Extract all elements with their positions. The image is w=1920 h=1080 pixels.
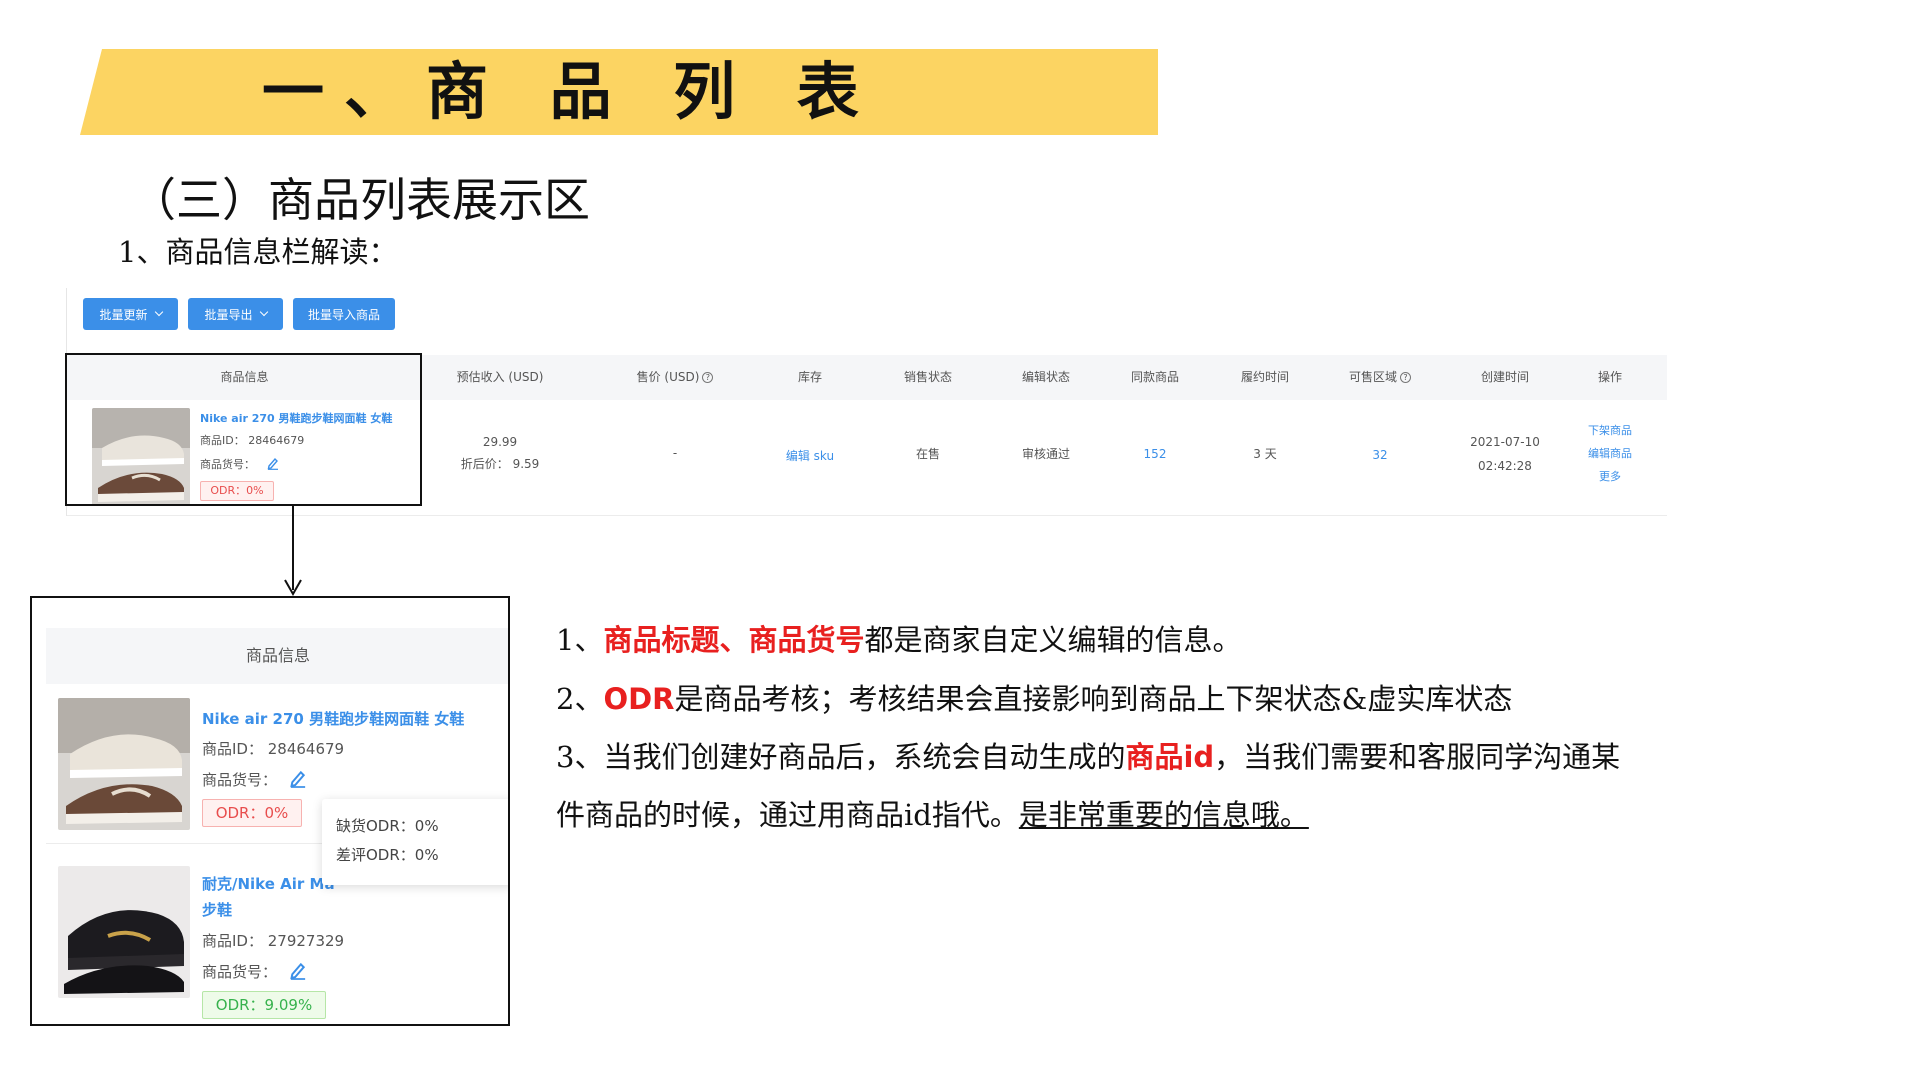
explain-1-emphasis: 商品标题、商品货号 bbox=[603, 623, 865, 657]
edit-pencil-icon[interactable] bbox=[288, 960, 308, 980]
batch-export-button[interactable]: 批量导出 bbox=[188, 298, 283, 330]
zoom-product-id-1: 商品ID： 28464679 bbox=[202, 740, 345, 758]
zoom-thumbnail-2[interactable] bbox=[58, 866, 190, 998]
delist-product-link[interactable]: 下架商品 bbox=[1570, 421, 1650, 441]
sale-region-link[interactable]: 32 bbox=[1330, 445, 1430, 465]
discount-label: 折后价： bbox=[460, 457, 509, 471]
zoom-odr-badge-2[interactable]: ODR：9.09% bbox=[202, 991, 326, 1019]
zoom-product-title-1[interactable]: Nike air 270 男鞋跑步鞋网面鞋 女鞋 bbox=[202, 708, 464, 729]
zoom-product-id-2: 商品ID： 27927329 bbox=[202, 932, 345, 950]
explain-line-1: 1、商品标题、商品货号都是商家自定义编辑的信息。 bbox=[556, 617, 1241, 659]
explain-1-prefix: 1、 bbox=[556, 623, 604, 657]
batch-import-label: 批量导入商品 bbox=[307, 307, 380, 322]
edit-status-value: 审核通过 bbox=[1021, 447, 1070, 461]
zoom-sku-label-1: 商品货号： bbox=[202, 771, 278, 789]
batch-import-button[interactable]: 批量导入商品 bbox=[293, 298, 395, 330]
tooltip-stockout-odr: 缺货ODR：0% bbox=[336, 817, 439, 835]
header-created-time: 创建时间 bbox=[1480, 370, 1529, 384]
chevron-down-icon bbox=[154, 307, 163, 317]
explain-line-2: 2、ODR是商品考核；考核结果会直接影响到商品上下架状态&虚实库状态 bbox=[556, 676, 1512, 718]
zoom-header: 商品信息 bbox=[245, 646, 310, 665]
header-sale-status: 销售状态 bbox=[903, 370, 952, 384]
header-fulfil-time: 履约时间 bbox=[1240, 370, 1289, 384]
price-value: - bbox=[672, 446, 678, 460]
row-divider bbox=[67, 515, 1667, 516]
header-sale-region: 可售区域? bbox=[1330, 355, 1430, 400]
explain-4-text: 件商品的时候，通过用商品id指代。 bbox=[556, 798, 1019, 832]
sub-title: 1、商品信息栏解读： bbox=[118, 235, 398, 269]
explain-1-suffix: 都是商家自定义编辑的信息。 bbox=[864, 623, 1242, 657]
same-products-link[interactable]: 152 bbox=[1115, 444, 1195, 464]
explain-line-3: 3、当我们创建好商品后，系统会自动生成的商品id，当我们需要和客服同学沟通某 bbox=[556, 734, 1620, 776]
discount-line: 折后价： 9.59 bbox=[440, 454, 560, 474]
batch-update-label: 批量更新 bbox=[99, 307, 148, 322]
header-price: 售价 (USD)? bbox=[615, 355, 735, 400]
zoom-thumbnail-1[interactable] bbox=[58, 698, 190, 830]
fulfil-time-value: 3 天 bbox=[1253, 447, 1277, 461]
page-title: 一、商 品 列 表 bbox=[262, 55, 879, 128]
created-date: 2021-07-10 bbox=[1470, 435, 1540, 449]
edit-product-link[interactable]: 编辑商品 bbox=[1570, 444, 1650, 464]
edit-sku-link[interactable]: 编辑 sku bbox=[770, 446, 850, 466]
batch-update-button[interactable]: 批量更新 bbox=[83, 298, 178, 330]
income-value: 29.99 bbox=[482, 435, 518, 449]
odr-tooltip: 缺货ODR：0% 差评ODR：0% bbox=[322, 799, 508, 885]
highlight-box bbox=[65, 353, 422, 506]
explain-2-prefix: 2、 bbox=[556, 682, 604, 716]
header-sale-region-label: 可售区域 bbox=[1348, 370, 1397, 384]
explain-2-suffix: 是商品考核；考核结果会直接影响到商品上下架状态&虚实库状态 bbox=[674, 682, 1513, 716]
discount-value: 9.59 bbox=[512, 457, 540, 471]
header-price-label: 售价 (USD) bbox=[636, 370, 700, 384]
sale-status-value: 在售 bbox=[915, 447, 940, 461]
header-actions: 操作 bbox=[1597, 370, 1622, 384]
explain-3-suffix: ，当我们需要和客服同学沟通某 bbox=[1214, 740, 1621, 774]
header-stock: 库存 bbox=[797, 370, 822, 384]
help-icon[interactable]: ? bbox=[702, 372, 714, 383]
explain-4-underlined: 是非常重要的信息哦。 bbox=[1018, 798, 1309, 832]
explain-line-4: 件商品的时候，通过用商品id指代。是非常重要的信息哦。 bbox=[556, 792, 1309, 834]
header-est-income: 预估收入 (USD) bbox=[456, 370, 544, 384]
explain-3-prefix: 3、当我们创建好商品后，系统会自动生成的 bbox=[556, 740, 1126, 774]
zoom-product-title-2b[interactable]: 步鞋 bbox=[202, 899, 232, 920]
edit-pencil-icon[interactable] bbox=[288, 768, 308, 788]
zoom-product-title-2a[interactable]: 耐克/Nike Air Ma bbox=[202, 873, 335, 894]
chevron-down-icon bbox=[259, 307, 268, 317]
explain-2-emphasis: ODR bbox=[603, 682, 675, 716]
tooltip-negative-review-odr: 差评ODR：0% bbox=[336, 846, 439, 864]
zoom-sku-label-2: 商品货号： bbox=[202, 963, 278, 981]
zoomed-product-info: 商品信息 Nike air 270 男鞋跑步鞋网面鞋 女鞋 商品ID： 2846… bbox=[30, 596, 510, 1026]
help-icon[interactable]: ? bbox=[1400, 372, 1411, 383]
zoom-odr-badge-1[interactable]: ODR：0% bbox=[202, 799, 302, 827]
created-time: 02:42:28 bbox=[1478, 459, 1532, 473]
header-edit-status: 编辑状态 bbox=[1021, 370, 1070, 384]
header-same-products: 同款商品 bbox=[1130, 370, 1179, 384]
arrow-down-icon bbox=[284, 579, 302, 596]
section-title: （三）商品列表展示区 bbox=[130, 173, 590, 227]
batch-export-label: 批量导出 bbox=[204, 307, 253, 322]
more-actions-link[interactable]: 更多 bbox=[1570, 467, 1650, 487]
explain-3-emphasis: 商品id bbox=[1125, 740, 1215, 774]
